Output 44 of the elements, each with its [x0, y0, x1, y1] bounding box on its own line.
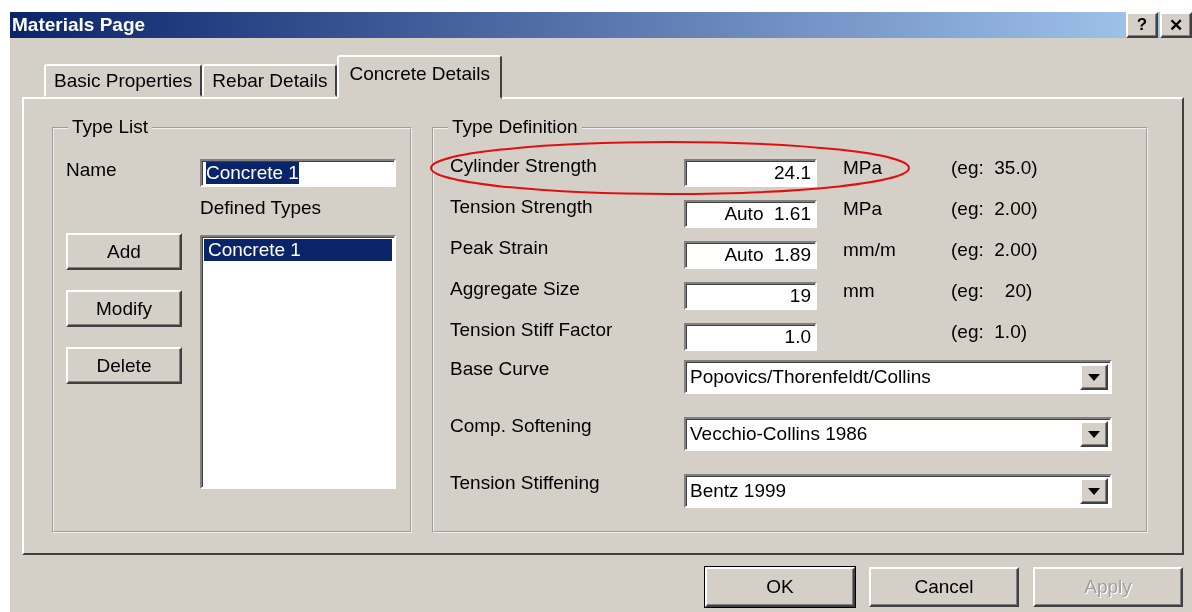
field-label: Cylinder Strength [450, 155, 598, 177]
caret-icon [1088, 487, 1100, 495]
unit-label: MPa [843, 157, 883, 178]
field-label: Aggregate Size [450, 278, 581, 300]
unit-label: mm/m [843, 239, 896, 260]
action-button[interactable]: Delete [66, 347, 182, 384]
caret-icon [1088, 430, 1100, 438]
dropdown[interactable]: Popovics/Thorenfeldt/Collins [684, 360, 1112, 394]
tab[interactable]: Basic Properties [44, 64, 203, 97]
field-label: Name [66, 159, 117, 181]
example-hint: (eg: 35.0) [951, 157, 1038, 179]
example-hint: (eg: 2.00) [951, 198, 1038, 220]
tab[interactable]: Rebar Details [202, 64, 338, 97]
unit-label: MPa [843, 198, 883, 219]
field-label: Peak Strain [450, 237, 550, 259]
field-label: Tension Strength [450, 196, 594, 218]
action-button[interactable]: Modify [66, 290, 182, 327]
input-field[interactable]: Auto 1.61 [684, 200, 817, 228]
dialog-button[interactable]: OK [705, 567, 855, 607]
example-hint: (eg: 1.0) [951, 321, 1028, 343]
name-field[interactable]: Concrete 1 [200, 159, 396, 187]
field-label: Base Curve [450, 358, 551, 380]
action-button[interactable]: Add [66, 233, 182, 270]
dropdown[interactable]: Bentz 1999 [684, 474, 1112, 508]
name-value: Concrete 1 [206, 162, 299, 184]
tab[interactable]: Concrete Details [337, 55, 502, 99]
example-hint: (eg: 20) [951, 280, 1033, 302]
field-label: Tension Stiff Factor [450, 319, 614, 341]
example-hint: (eg: 2.00) [951, 239, 1038, 261]
input-field[interactable]: Auto 1.89 [684, 241, 817, 269]
unit-label: mm [843, 280, 875, 301]
caret-icon [1088, 373, 1100, 381]
input-field[interactable]: 1.0 [684, 323, 817, 351]
window-title: Materials Page [12, 14, 146, 36]
list-item[interactable]: Concrete 1 [204, 239, 392, 261]
list-label: Defined Types [200, 197, 323, 219]
help-button[interactable]: ? [1126, 12, 1158, 38]
close-button[interactable]: ✕ [1160, 12, 1192, 38]
input-field[interactable]: 24.1 [684, 159, 817, 187]
dialog-button[interactable]: Cancel [869, 567, 1019, 607]
field-label: Tension Stiffening [450, 472, 601, 494]
field-label: Comp. Softening [450, 415, 593, 437]
input-field[interactable]: 19 [684, 282, 817, 310]
dropdown[interactable]: Vecchio-Collins 1986 [684, 417, 1112, 451]
